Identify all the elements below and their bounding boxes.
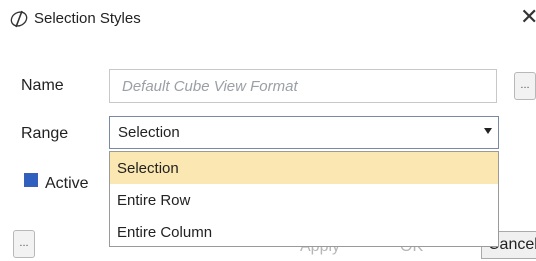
window-title: Selection Styles <box>34 10 141 27</box>
range-select[interactable]: Selection <box>109 116 499 149</box>
active-label: Active <box>45 175 89 192</box>
range-option-selection[interactable]: Selection <box>110 152 498 184</box>
close-icon[interactable]: ✕ <box>520 6 536 28</box>
active-checkbox[interactable] <box>24 173 38 187</box>
range-option-entire-column[interactable]: Entire Column <box>110 216 498 248</box>
more-options-button[interactable]: ... <box>13 230 35 258</box>
range-label: Range <box>21 125 69 142</box>
app-logo-icon <box>10 10 28 28</box>
range-dropdown-list: Selection Entire Row Entire Column <box>109 151 499 247</box>
name-more-button[interactable]: ... <box>514 72 536 100</box>
name-input[interactable] <box>109 69 497 103</box>
name-label: Name <box>21 77 64 94</box>
range-option-entire-row[interactable]: Entire Row <box>110 184 498 216</box>
chevron-down-icon <box>484 128 492 134</box>
range-selected-value: Selection <box>118 124 180 141</box>
